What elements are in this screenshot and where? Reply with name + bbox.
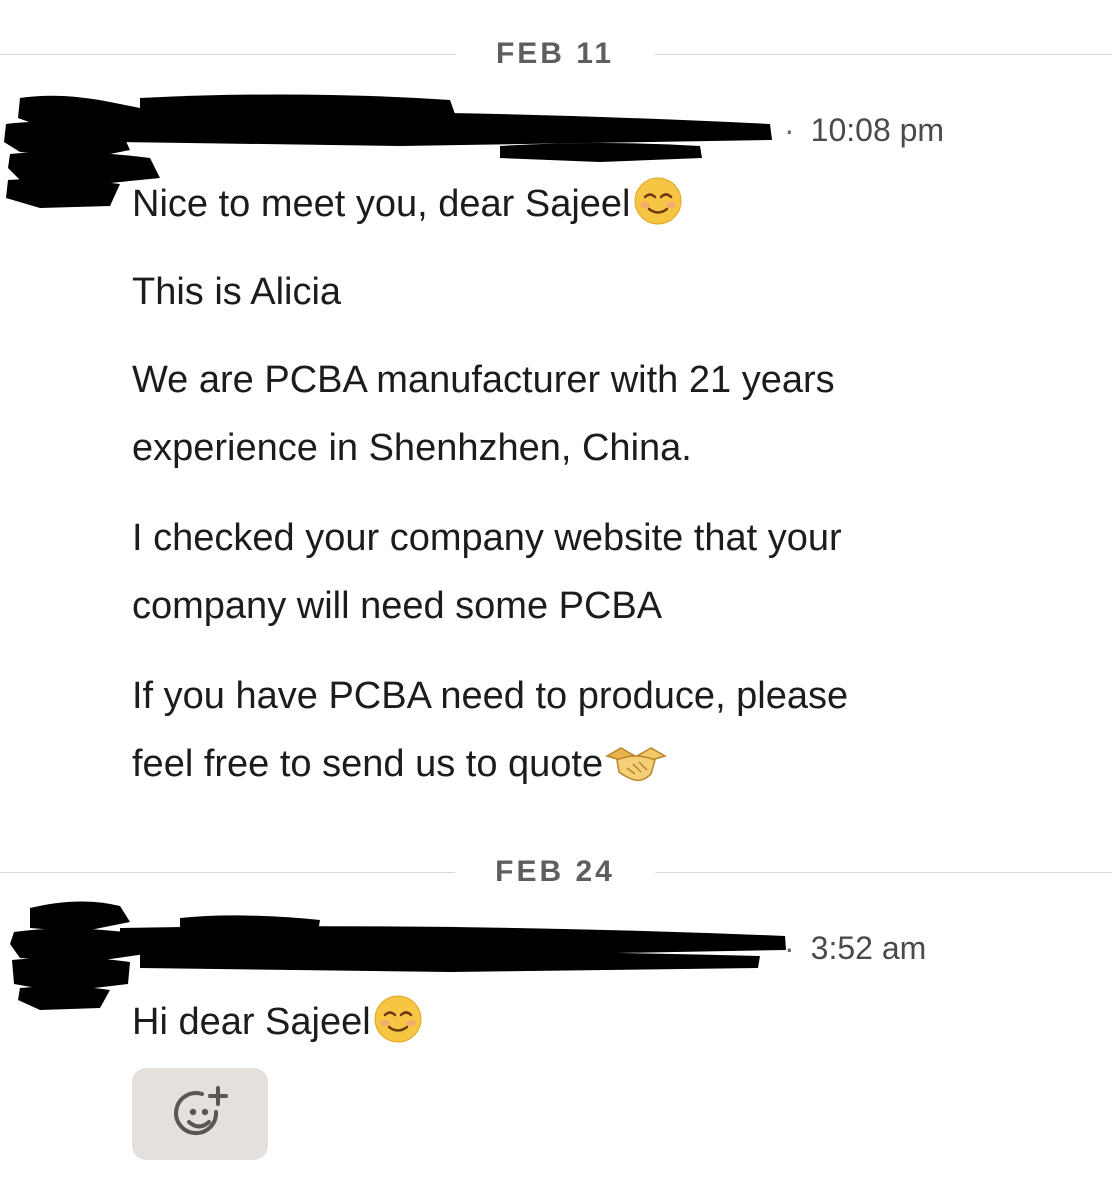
divider-line xyxy=(655,54,1112,55)
add-reaction-button[interactable] xyxy=(132,1068,268,1160)
message-line: experience in Shenhzhen, China. xyxy=(132,427,692,469)
handshake-icon xyxy=(605,740,667,808)
message-text: We are PCBA manufacturer with 21 years e… xyxy=(132,346,1032,482)
timestamp-text: 10:08 pm xyxy=(810,112,945,148)
message-text: If you have PCBA need to produce, please… xyxy=(132,662,1032,808)
date-label: FEB 11 xyxy=(495,37,615,70)
timestamp-text: 3:52 am xyxy=(810,930,927,966)
smiling-face-icon xyxy=(633,176,683,248)
divider-line xyxy=(0,872,455,873)
message-timestamp: · 3:52 am xyxy=(784,928,926,968)
message-line: We are PCBA manufacturer with 21 years xyxy=(132,359,835,401)
add-reaction-icon xyxy=(174,1086,228,1136)
smiling-face-icon xyxy=(373,994,423,1066)
separator-dot: · xyxy=(784,112,795,148)
message-line: Hi dear Sajeel xyxy=(132,1001,371,1043)
message-text: Nice to meet you, dear Sajeel xyxy=(132,170,1032,248)
divider-line xyxy=(0,54,455,55)
message-text: Hi dear Sajeel xyxy=(132,988,1032,1066)
message-text: This is Alicia xyxy=(132,258,1032,326)
date-divider-feb-11: FEB 11 xyxy=(0,34,1112,74)
message-line: This is Alicia xyxy=(132,271,342,313)
date-divider-feb-24: FEB 24 xyxy=(0,852,1112,892)
message-timestamp: · 10:08 pm xyxy=(784,110,944,150)
separator-dot: · xyxy=(784,930,795,966)
message-line: If you have PCBA need to produce, please xyxy=(132,675,849,717)
divider-line xyxy=(655,872,1112,873)
message-line: feel free to send us to quote xyxy=(132,743,604,785)
date-label: FEB 24 xyxy=(495,855,615,888)
message-line: company will need some PCBA xyxy=(132,585,663,627)
message-line: I checked your company website that your xyxy=(132,517,842,559)
message-line: Nice to meet you, dear Sajeel xyxy=(132,183,631,225)
message-text: I checked your company website that your… xyxy=(132,504,1032,640)
message-line-with-emoji: feel free to send us to quote xyxy=(132,730,1032,808)
